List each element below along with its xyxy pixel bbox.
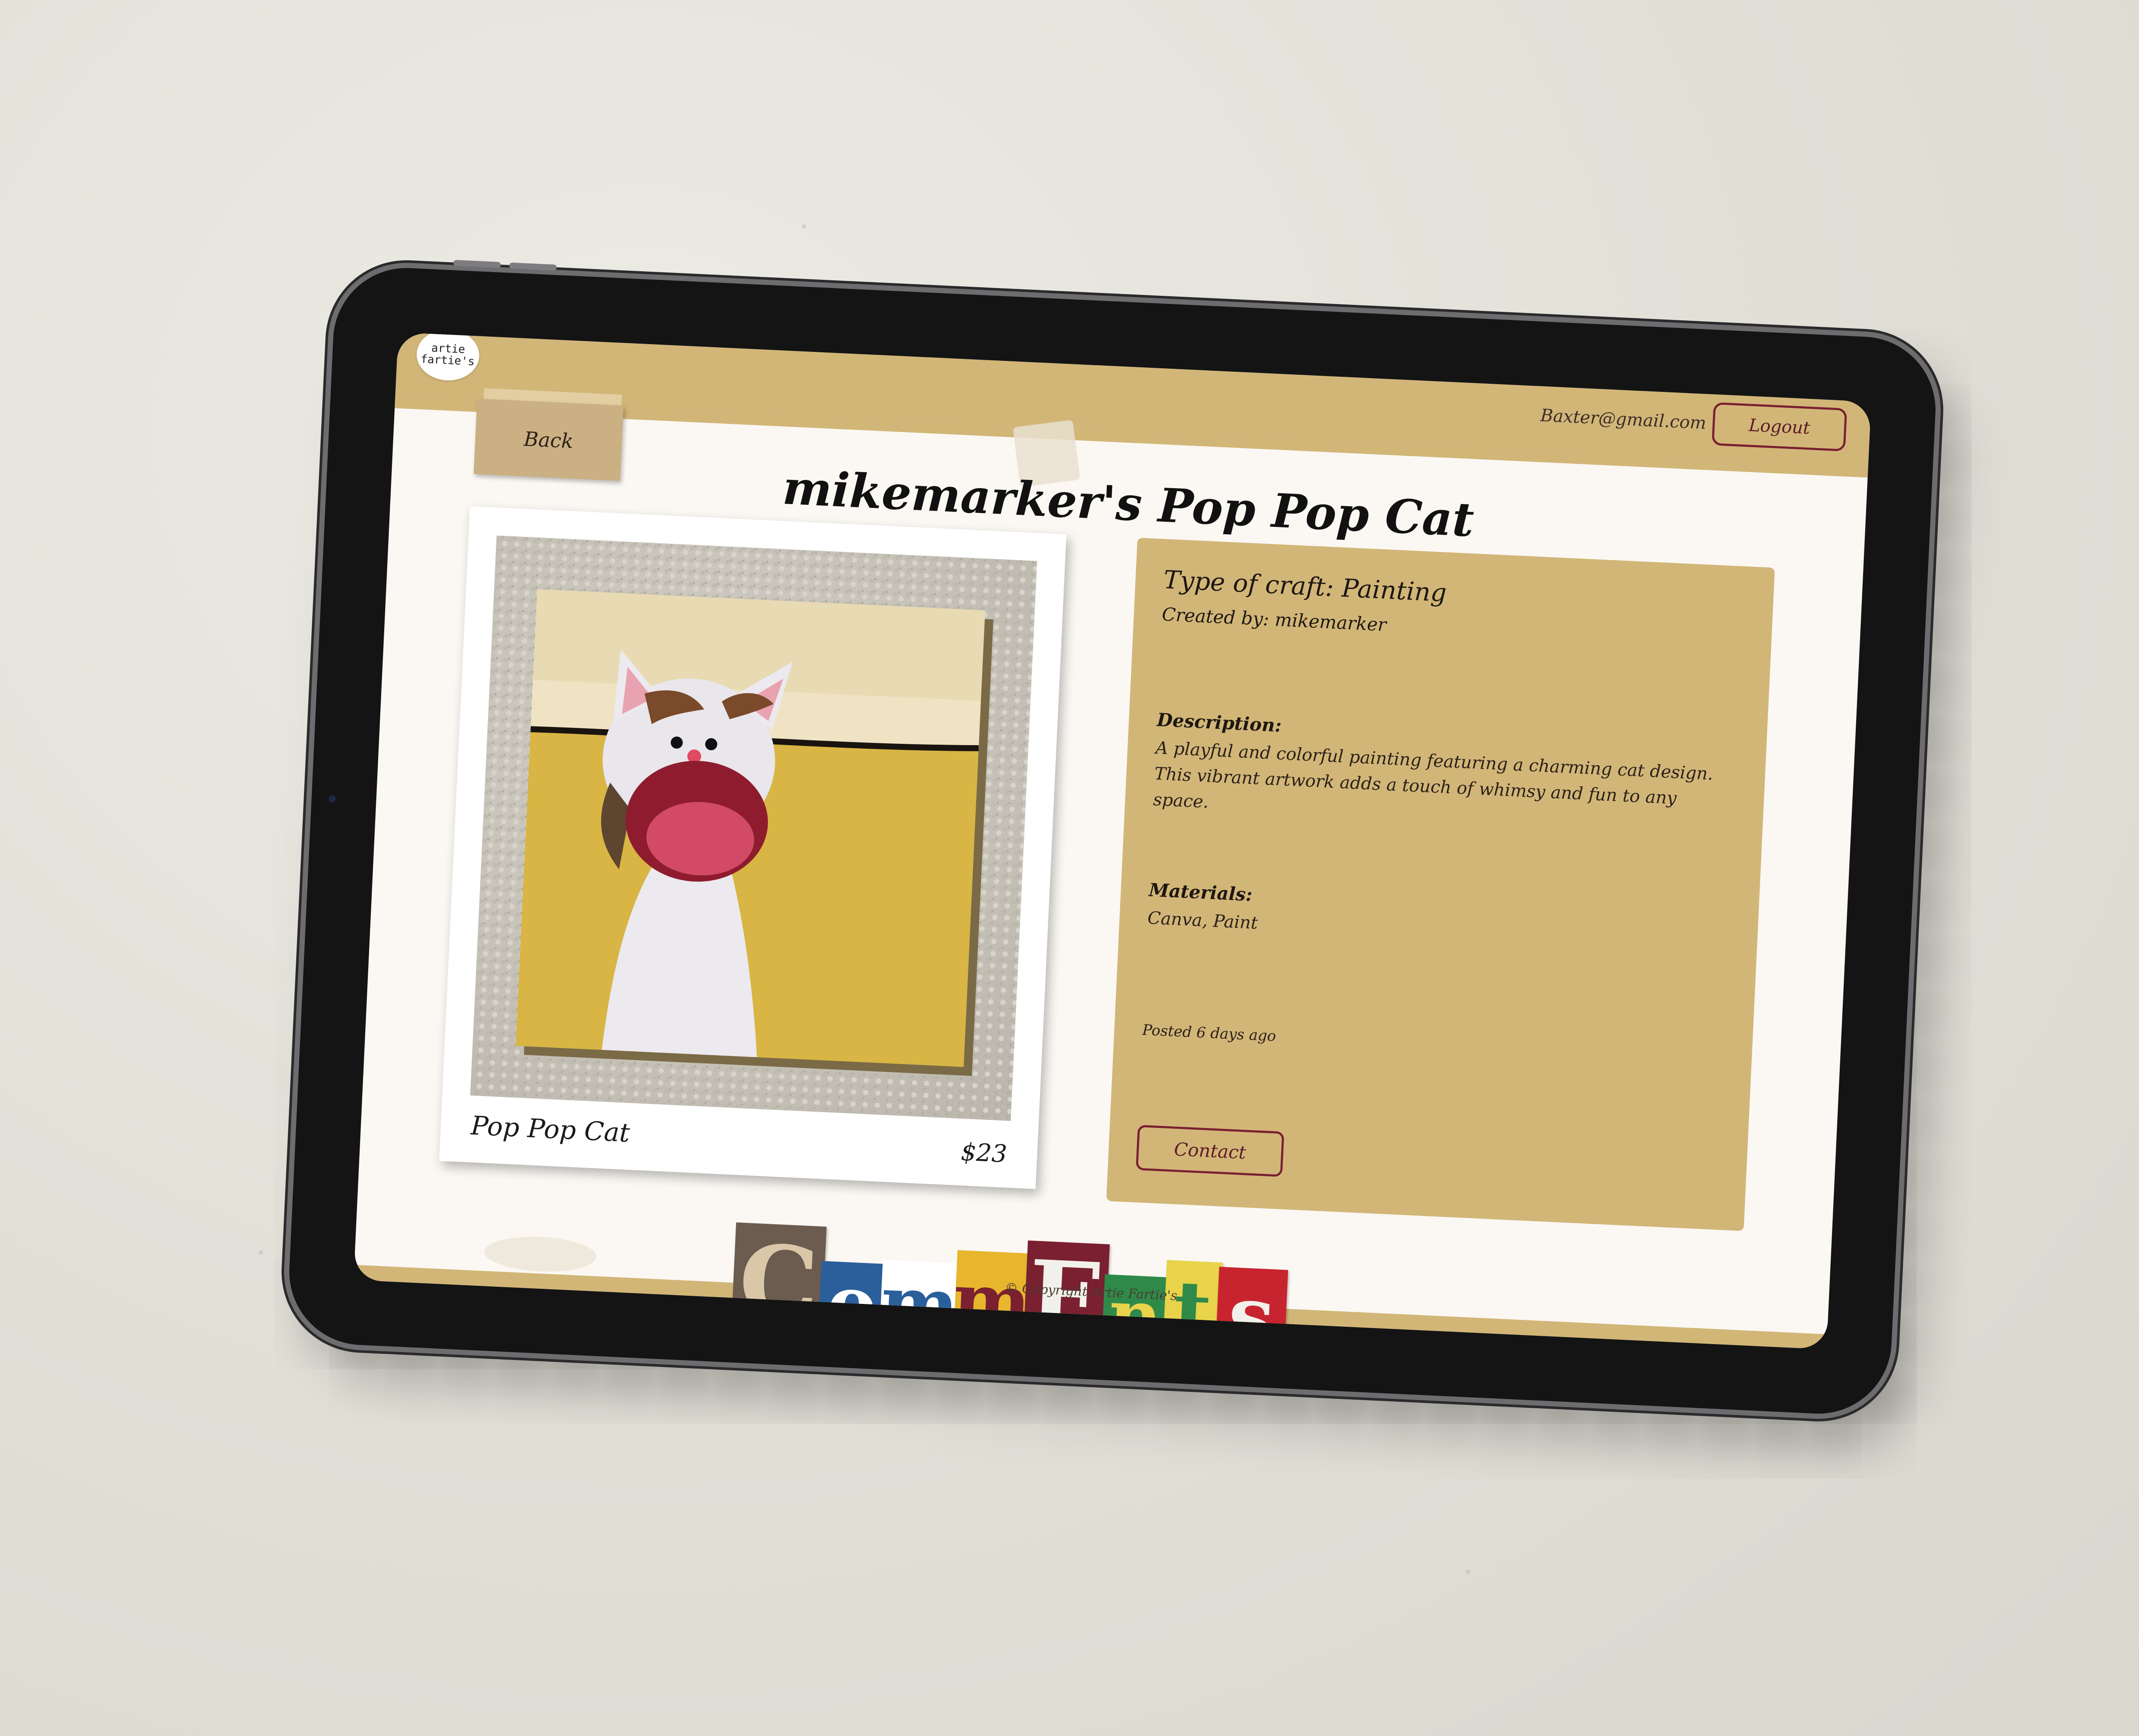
details-card: Type of craft: Painting Created by: mike…: [1106, 537, 1775, 1231]
creator-name: Created by: mikemarker: [1161, 603, 1387, 636]
artwork-name: Pop Pop Cat: [470, 1110, 631, 1148]
posted-time: Posted 6 days ago: [1142, 1021, 1277, 1045]
description-label: Description:: [1156, 709, 1282, 736]
comments-letter: m: [879, 1260, 961, 1350]
materials-label: Materials:: [1148, 879, 1253, 906]
artwork-price: $23: [960, 1138, 1008, 1169]
materials-text: Canva, Paint: [1147, 908, 1259, 934]
volume-button: [453, 260, 501, 268]
artwork-photo[interactable]: [470, 535, 1037, 1121]
tablet-device: artie fartie's Baxter@gmail.com Logout B…: [286, 260, 1939, 1417]
logout-button[interactable]: Logout: [1711, 402, 1848, 452]
description-text: A playful and colorful painting featurin…: [1152, 738, 1714, 812]
artwork-card: Pop Pop Cat $23: [439, 506, 1067, 1189]
cat-painting-image: [470, 535, 1037, 1121]
camera-dot: [329, 795, 336, 803]
craft-type: Type of craft: Painting: [1163, 564, 1447, 608]
contact-button[interactable]: Contact: [1136, 1125, 1284, 1177]
comments-letter: m: [951, 1250, 1033, 1350]
volume-button: [509, 262, 557, 271]
app-screen: artie fartie's Baxter@gmail.com Logout B…: [354, 332, 1871, 1350]
